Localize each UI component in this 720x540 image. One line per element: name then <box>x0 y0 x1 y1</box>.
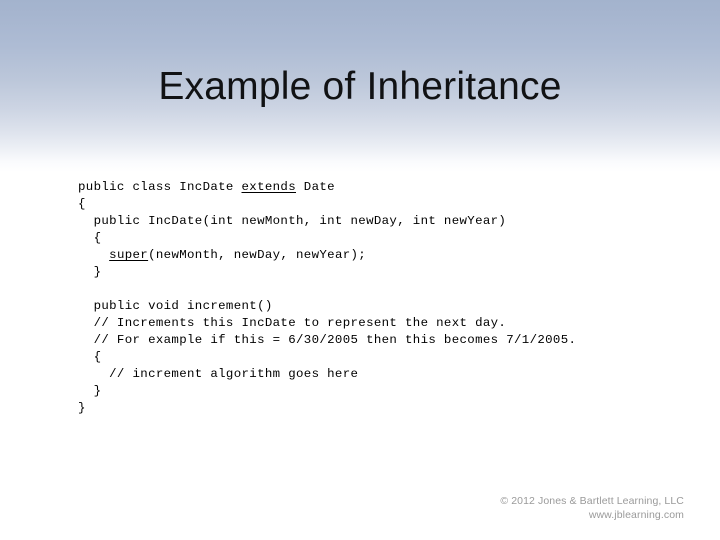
slide-canvas: Example of Inheritance public class IncD… <box>0 0 720 540</box>
code-text: } <box>78 265 102 280</box>
footer: © 2012 Jones & Bartlett Learning, LLC ww… <box>500 494 684 522</box>
code-keyword: extends <box>241 180 296 195</box>
code-line: // For example if this = 6/30/2005 then … <box>78 332 678 349</box>
code-line: // increment algorithm goes here <box>78 366 678 383</box>
footer-copyright: © 2012 Jones & Bartlett Learning, LLC <box>500 495 684 507</box>
footer-website: www.jblearning.com <box>588 509 684 521</box>
code-line: public IncDate(int newMonth, int newDay,… <box>78 213 678 230</box>
code-text: public IncDate(int newMonth, int newDay,… <box>78 214 507 229</box>
title-area: Example of Inheritance <box>0 38 720 136</box>
code-line: { <box>78 196 678 213</box>
code-line: // Increments this IncDate to represent … <box>78 315 678 332</box>
code-text: } <box>78 384 102 399</box>
code-text: (newMonth, newDay, newYear); <box>148 248 367 263</box>
code-text: } <box>78 401 86 416</box>
page-title: Example of Inheritance <box>158 65 562 109</box>
code-line: } <box>78 383 678 400</box>
code-text: { <box>78 231 102 246</box>
code-text: public void increment() <box>78 299 273 314</box>
code-line: public void increment() <box>78 298 678 315</box>
code-line: } <box>78 264 678 281</box>
code-line: } <box>78 400 678 417</box>
code-line: { <box>78 230 678 247</box>
code-line: super(newMonth, newDay, newYear); <box>78 247 678 264</box>
code-text: // increment algorithm goes here <box>78 367 359 382</box>
code-line: { <box>78 349 678 366</box>
code-text: public class IncDate <box>78 180 242 195</box>
code-text: { <box>78 197 86 212</box>
code-line: public class IncDate extends Date <box>78 179 678 196</box>
code-block: public class IncDate extends Date{ publi… <box>78 179 678 417</box>
code-text: // For example if this = 6/30/2005 then … <box>78 333 577 348</box>
code-text: Date <box>296 180 335 195</box>
code-keyword: super <box>109 248 149 263</box>
code-text: // Increments this IncDate to represent … <box>78 316 507 331</box>
code-text: { <box>78 350 102 365</box>
